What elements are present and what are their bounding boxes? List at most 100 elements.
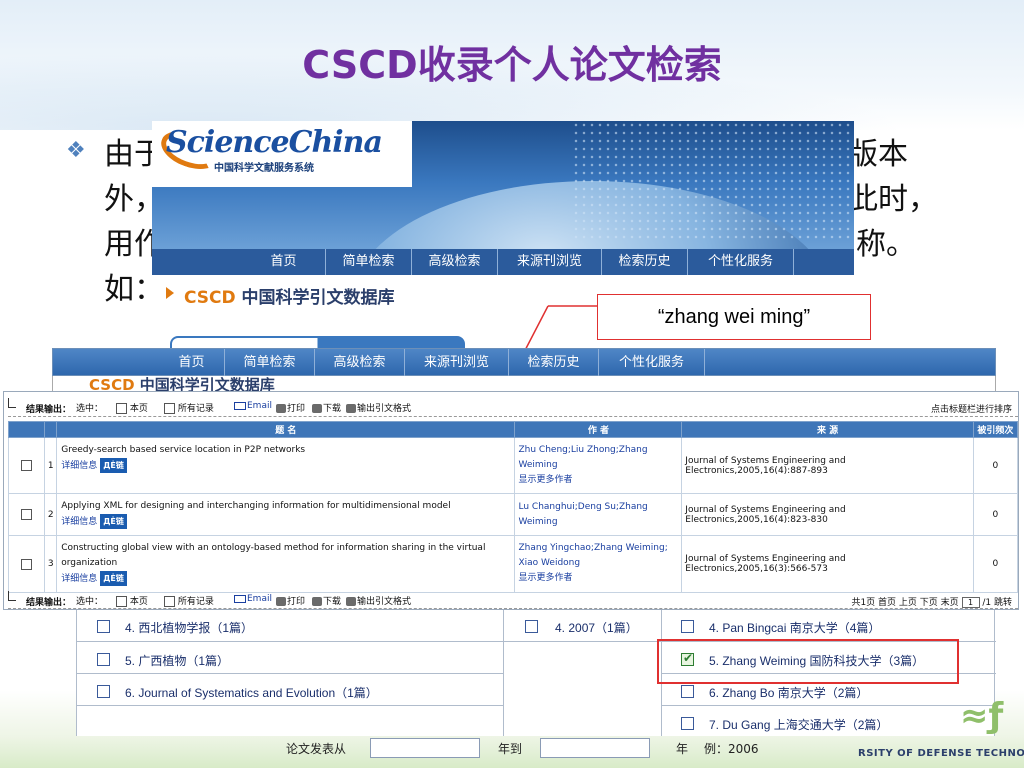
header-cites[interactable]: 被引频次 <box>972 421 1019 438</box>
nav-simple-search[interactable]: 简单检索 <box>326 249 412 275</box>
row-title[interactable]: Applying XML for designing and interchan… <box>61 499 510 514</box>
export-button[interactable]: 输出引文格式 <box>346 594 411 607</box>
facet-checkbox[interactable] <box>97 620 110 633</box>
row-cites: 0 <box>972 437 1019 494</box>
all-records-option[interactable]: 所有记录 <box>164 401 214 414</box>
link-badge-icon[interactable]: ДĖ链 <box>100 571 127 586</box>
facet-label[interactable]: 6. Zhang Bo 南京大学（2篇） <box>709 684 868 701</box>
print-label: 打印 <box>287 597 306 607</box>
download-button[interactable]: 下载 <box>312 594 341 607</box>
this-page-option[interactable]: 本页 <box>116 401 148 414</box>
export-label: 输出引文格式 <box>357 404 412 414</box>
export-label: 输出引文格式 <box>357 597 412 607</box>
facet-row: 4. 2007（1篇） <box>503 610 661 642</box>
row-title[interactable]: Greedy-search based service location in … <box>61 443 510 458</box>
header-author[interactable]: 作 者 <box>514 421 683 438</box>
facet-checkbox[interactable] <box>525 620 538 633</box>
nav-source-browse[interactable]: 来源刊浏览 <box>498 249 602 275</box>
row-detail-link[interactable]: 详细信息 <box>61 517 97 527</box>
row-checkbox[interactable] <box>21 509 33 520</box>
facet-label[interactable]: 4. 2007（1篇） <box>555 619 638 636</box>
row-source: Journal of Systems Engineering and Elect… <box>681 493 974 536</box>
facet-checkbox[interactable] <box>681 620 694 633</box>
export-icon <box>346 404 356 413</box>
science-china-banner: ScienceChina 中国科学文献服务系统 首页 简单检索 高级检索 来源刊… <box>152 121 854 275</box>
page-total-jump[interactable]: /1 跳转 <box>982 598 1012 608</box>
email-icon <box>234 594 246 603</box>
this-page-checkbox[interactable] <box>116 403 127 414</box>
row-checkbox-cell <box>7 437 46 494</box>
row-more-authors[interactable]: 显示更多作者 <box>518 571 678 586</box>
nav-home[interactable]: 首页 <box>242 249 326 275</box>
row-detail-link[interactable]: 详细信息 <box>61 574 97 584</box>
link-badge-icon[interactable]: ДĖ链 <box>100 514 127 529</box>
facet-label[interactable]: 6. Journal of Systematics and Evolution（… <box>125 684 378 701</box>
row-detail-link[interactable]: 详细信息 <box>61 461 97 471</box>
nav2-advanced-search[interactable]: 高级检索 <box>315 349 405 377</box>
all-records-checkbox[interactable] <box>164 596 175 607</box>
print-button[interactable]: 打印 <box>276 401 305 414</box>
row-more-authors[interactable]: 显示更多作者 <box>518 473 678 488</box>
email-button[interactable]: Email <box>234 401 272 411</box>
this-page-checkbox[interactable] <box>116 596 127 607</box>
facet-checkbox[interactable] <box>681 685 694 698</box>
results-panel: 结果输出： 选中： 本页 所有记录 Email 打印 下载 输出引文格式 点击标… <box>3 391 1019 610</box>
pager: 共1页 首页 上页 下页 末页 1 /1 跳转 <box>851 595 1012 608</box>
facet-label[interactable]: 4. 西北植物学报（1篇） <box>125 619 253 636</box>
output-label: 结果输出： <box>26 598 72 608</box>
print-label: 打印 <box>287 404 306 414</box>
nav2-home[interactable]: 首页 <box>159 349 225 377</box>
row-authors[interactable]: Lu Changhui;Deng Su;Zhang Weiming <box>518 500 678 530</box>
all-records-checkbox[interactable] <box>164 403 175 414</box>
all-records-label: 所有记录 <box>177 404 214 414</box>
header-title[interactable]: 题 名 <box>56 421 516 438</box>
year-to-input[interactable] <box>540 738 650 758</box>
link-badge-icon[interactable]: ДĖ链 <box>100 458 127 473</box>
row-authors-line2[interactable]: Xiao Weidong <box>518 556 678 571</box>
row-source: Journal of Systems Engineering and Elect… <box>681 437 974 494</box>
facet-checkbox[interactable] <box>97 685 110 698</box>
email-button[interactable]: Email <box>234 594 272 604</box>
all-records-option[interactable]: 所有记录 <box>164 594 214 607</box>
year-from-input[interactable] <box>370 738 480 758</box>
this-page-option[interactable]: 本页 <box>116 594 148 607</box>
cscd-nav: 首页 简单检索 高级检索 来源刊浏览 检索历史 个性化服务 <box>52 348 996 377</box>
table-header-row: 题 名 作 者 来 源 被引频次 <box>7 421 1019 438</box>
facet-label[interactable]: 4. Pan Bingcai 南京大学（4篇） <box>709 619 880 636</box>
row-authors[interactable]: Zhu Cheng;Liu Zhong;Zhang Weiming <box>518 443 678 473</box>
row-author-cell: Zhu Cheng;Liu Zhong;Zhang Weiming 显示更多作者 <box>514 437 683 494</box>
nav2-personal[interactable]: 个性化服务 <box>599 349 705 377</box>
page-number-input[interactable]: 1 <box>961 597 980 608</box>
row-title[interactable]: Constructing global view with an ontolog… <box>61 541 510 571</box>
year-to-label: 年到 <box>498 742 523 756</box>
body-line-fragment: 称。 <box>856 227 916 262</box>
row-author-cell: Lu Changhui;Deng Su;Zhang Weiming <box>514 493 683 536</box>
nav2-simple-search[interactable]: 简单检索 <box>225 349 315 377</box>
row-authors[interactable]: Zhang Yingchao;Zhang Weiming; <box>518 541 678 556</box>
facet-row: 4. 西北植物学报（1篇） <box>77 610 503 642</box>
pager-links[interactable]: 共1页 首页 上页 下页 末页 <box>851 598 958 608</box>
export-icon <box>346 597 356 606</box>
facet-checkbox[interactable] <box>681 717 694 730</box>
nav2-source-browse[interactable]: 来源刊浏览 <box>405 349 509 377</box>
corner-arrow-icon <box>8 398 16 408</box>
download-button[interactable]: 下载 <box>312 401 341 414</box>
row-checkbox[interactable] <box>21 558 33 570</box>
sort-hint: 点击标题栏进行排序 <box>930 405 1012 415</box>
download-label: 下载 <box>323 597 342 607</box>
header-source[interactable]: 来 源 <box>681 421 974 438</box>
facet-row: 6. Journal of Systematics and Evolution（… <box>77 674 503 706</box>
print-button[interactable]: 打印 <box>276 594 305 607</box>
nav-advanced-search[interactable]: 高级检索 <box>412 249 498 275</box>
facet-checkbox[interactable] <box>97 653 110 666</box>
nav2-history[interactable]: 检索历史 <box>509 349 599 377</box>
facet-label[interactable]: 5. 广西植物（1篇） <box>125 652 229 669</box>
export-button[interactable]: 输出引文格式 <box>346 401 411 414</box>
facet-label[interactable]: 7. Du Gang 上海交通大学（2篇） <box>709 716 888 733</box>
cscd-label: CSCD <box>184 288 236 308</box>
nav-personal[interactable]: 个性化服务 <box>688 249 794 275</box>
nav-history[interactable]: 检索历史 <box>602 249 688 275</box>
row-checkbox[interactable] <box>21 460 33 471</box>
output-label: 结果输出： <box>26 405 72 415</box>
row-checkbox-cell <box>7 493 46 536</box>
